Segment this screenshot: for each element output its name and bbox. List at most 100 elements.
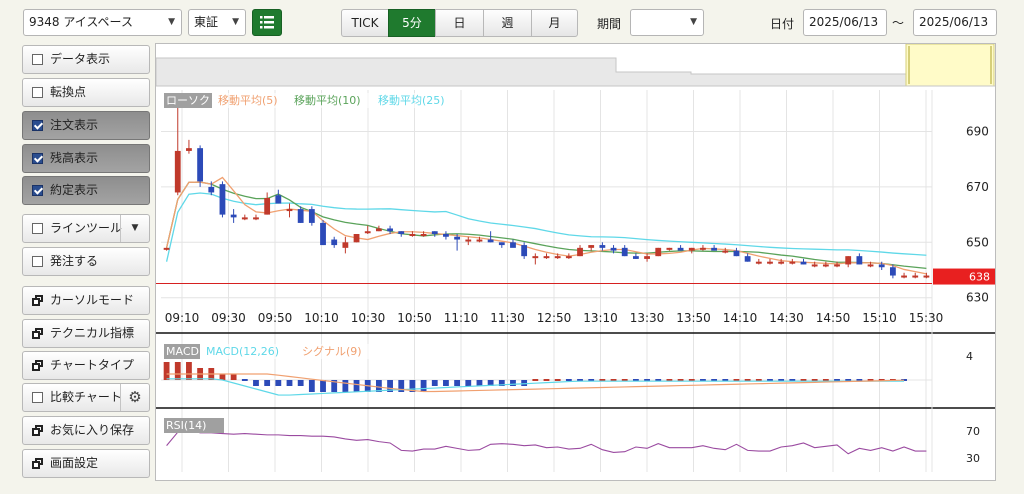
candle-body: [398, 231, 405, 234]
candle-body: [878, 264, 885, 268]
sidebar-item-10[interactable]: 比較チャート ⚙: [22, 383, 150, 412]
period-label: 期間: [597, 17, 622, 31]
time-axis-label: 14:30: [769, 311, 804, 325]
candle-body: [465, 239, 472, 242]
symbol-value: 9348 アイスペース: [29, 15, 133, 29]
candle-body: [811, 264, 818, 267]
candle-body: [443, 234, 449, 237]
macd-bar: [510, 380, 516, 386]
candle-body: [577, 247, 583, 257]
sidebar-item-8[interactable]: テクニカル指標: [22, 319, 150, 348]
candle-body: [822, 264, 829, 267]
period-tab-month[interactable]: 月: [531, 9, 578, 37]
date-from-input[interactable]: 2025/06/13: [803, 9, 887, 36]
sidebar-item-6[interactable]: 発注する: [22, 247, 150, 276]
sidebar-item-7[interactable]: カーソルモード: [22, 286, 150, 315]
sidebar-item-5[interactable]: ラインツール ▼: [22, 214, 150, 243]
main-legend-item: 移動平均(25): [378, 93, 445, 107]
time-axis-label: 09:50: [258, 311, 293, 325]
navigator[interactable]: [156, 44, 995, 87]
sidebar-item-2[interactable]: 注文表示: [22, 111, 150, 140]
candle-body: [644, 256, 650, 259]
date-to-value: 2025/06/13: [919, 15, 989, 29]
macd-bar: [431, 380, 438, 386]
period-tab-tick[interactable]: TICK: [341, 9, 389, 37]
sidebar-item-9[interactable]: チャートタイプ: [22, 351, 150, 380]
candle-body: [700, 247, 706, 250]
chart-grid: [156, 90, 995, 472]
candle-body: [666, 247, 673, 250]
candle-body: [375, 228, 382, 232]
time-axis-label: 13:30: [630, 311, 665, 325]
macd-bar: [163, 362, 170, 380]
macd-legend-item: MACD(12,26): [206, 345, 279, 358]
navigator-range[interactable]: [905, 44, 995, 87]
candle-body: [387, 228, 393, 232]
sidebar-item-label: 比較チャート: [50, 390, 122, 404]
macd-bar: [565, 379, 572, 381]
period-tab-week[interactable]: 週: [483, 9, 532, 37]
candle-body: [476, 239, 483, 242]
period-tab-5min[interactable]: 5分: [388, 9, 436, 37]
date-to-input[interactable]: 2025/06/13: [913, 9, 997, 36]
period-select[interactable]: ▼: [630, 9, 704, 36]
period-tab-day[interactable]: 日: [435, 9, 484, 37]
candle-body: [621, 247, 628, 257]
sidebar-item-label: 画面設定: [50, 456, 99, 470]
candle-body: [588, 245, 595, 248]
macd-bar: [476, 380, 483, 386]
candle-body: [241, 217, 248, 220]
chart-svg[interactable]: 638 09:10 09:30 09:50 10:10 10:30 10:50 11:10 1…: [156, 44, 995, 480]
sidebar-item-11[interactable]: お気に入り保存: [22, 416, 150, 445]
checkbox[interactable]: [32, 120, 43, 131]
list-view-button[interactable]: [252, 9, 282, 36]
macd-bar: [420, 380, 427, 392]
main-legend-item: 移動平均(10): [294, 93, 361, 107]
candle-body: [733, 250, 740, 257]
time-axis-label: 10:30: [351, 311, 386, 325]
time-axis-label: 09:30: [211, 311, 246, 325]
candle-body: [565, 256, 572, 259]
candle-body: [230, 214, 237, 218]
price-axis-label: 650: [966, 235, 989, 249]
chevron-down-icon[interactable]: ▼: [120, 215, 149, 242]
gear-icon[interactable]: ⚙: [120, 384, 149, 411]
candle-body: [755, 261, 762, 264]
checkbox[interactable]: [32, 256, 43, 267]
checkbox[interactable]: [32, 392, 43, 403]
symbol-select[interactable]: 9348 アイスペース ▼: [23, 9, 182, 36]
exchange-select[interactable]: 東証 ▼: [188, 9, 246, 36]
candle-body: [487, 239, 494, 243]
candle-body: [286, 209, 293, 212]
rsi-legend-item: RSI(14): [166, 419, 206, 432]
checkbox[interactable]: [32, 185, 43, 196]
checkbox[interactable]: [32, 223, 43, 234]
macd-bar: [521, 380, 528, 386]
sidebar-item-1[interactable]: 転換点: [22, 78, 150, 107]
candle-body: [275, 195, 282, 204]
price-axis-label: 690: [966, 125, 989, 139]
candle-body: [856, 256, 863, 265]
sidebar-item-0[interactable]: データ表示: [22, 45, 150, 74]
navigator-area: [156, 57, 907, 87]
checkbox[interactable]: [32, 153, 43, 164]
candle-body: [599, 245, 606, 248]
checkbox[interactable]: [32, 54, 43, 65]
candle-body: [688, 247, 695, 251]
rsi-axis-label: 70: [966, 425, 980, 438]
candle-body: [521, 245, 528, 257]
sidebar-item-12[interactable]: 画面設定: [22, 449, 150, 478]
macd-legend-item: MACD: [166, 345, 199, 358]
sidebar-item-3[interactable]: 残高表示: [22, 144, 150, 173]
sidebar-item-4[interactable]: 約定表示: [22, 176, 150, 205]
sidebar-item-label: カーソルモード: [50, 293, 135, 307]
time-axis-label: 13:50: [676, 311, 711, 325]
exchange-value: 東証: [194, 15, 219, 29]
chevron-down-icon: ▼: [168, 17, 175, 27]
macd-bar: [253, 380, 259, 386]
checkbox[interactable]: [32, 87, 43, 98]
candle-body: [498, 242, 505, 246]
macd-bar: [286, 380, 293, 386]
macd-bar: [465, 380, 472, 386]
macd-bar: [443, 380, 449, 386]
